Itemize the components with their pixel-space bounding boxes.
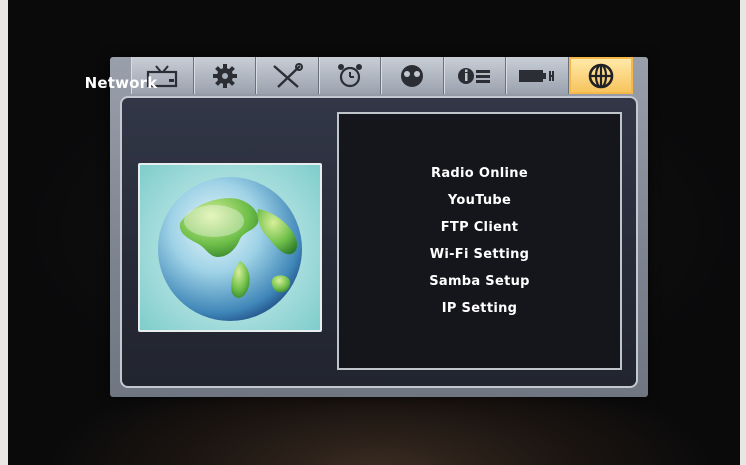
menu-item-ip-setting[interactable]: IP Setting xyxy=(339,301,620,316)
bezel-left xyxy=(0,0,8,465)
tab-power[interactable] xyxy=(506,57,569,94)
globe-icon xyxy=(588,63,614,88)
tab-tools[interactable] xyxy=(256,57,319,94)
tab-display[interactable] xyxy=(381,57,444,94)
tab-bar xyxy=(131,57,633,96)
menu-item-youtube[interactable]: YouTube xyxy=(339,193,620,208)
menu-item-wifi-setting[interactable]: Wi-Fi Setting xyxy=(339,247,620,262)
menu-item-samba-setup[interactable]: Samba Setup xyxy=(339,274,620,289)
network-image xyxy=(138,163,322,332)
tab-network[interactable] xyxy=(568,57,633,94)
tab-alarm[interactable] xyxy=(318,57,381,94)
tab-settings[interactable] xyxy=(193,57,256,94)
menu-item-radio-online[interactable]: Radio Online xyxy=(339,166,620,181)
tab-info[interactable] xyxy=(443,57,506,94)
alarm-clock-icon xyxy=(337,63,362,87)
tv-screen: Network Radio Online YouTube FTP Client … xyxy=(0,0,746,465)
gear-icon xyxy=(212,63,237,88)
globe-icon xyxy=(158,177,302,321)
battery-icon xyxy=(519,69,555,82)
bezel-right xyxy=(740,0,746,465)
network-options-list: Radio Online YouTube FTP Client Wi-Fi Se… xyxy=(337,112,622,370)
info-icon xyxy=(457,67,490,84)
section-title: Network xyxy=(84,74,158,92)
tools-icon xyxy=(273,62,304,88)
eyes-icon xyxy=(401,64,424,87)
menu-item-ftp-client[interactable]: FTP Client xyxy=(339,220,620,235)
